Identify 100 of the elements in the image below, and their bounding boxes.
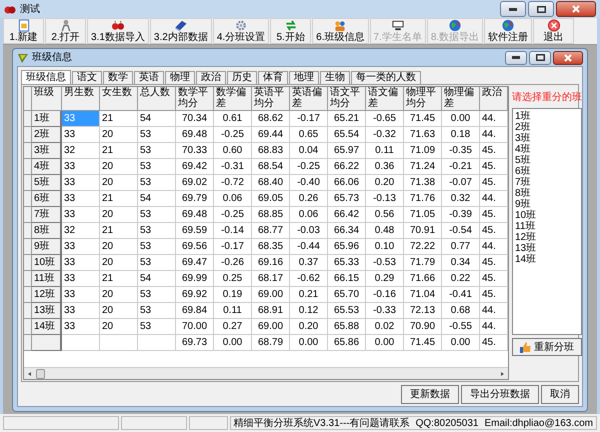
status-text: Email:dhpliao@163.com	[484, 416, 593, 430]
tab[interactable]: 英语	[134, 71, 164, 84]
action-button[interactable]: 更新数据	[401, 384, 459, 404]
action-button[interactable]: 导出分班数据	[461, 384, 539, 404]
class-list[interactable]: 1班 2班 3班 4班 5班 6班 7班 8班 9班 10班 11班 12班 13班 14班	[512, 108, 582, 335]
column-header: 英语偏差	[290, 87, 328, 111]
table-cell: 44.	[480, 239, 508, 255]
tab[interactable]: 体育	[258, 71, 288, 84]
table-cell: 68.91	[252, 303, 290, 319]
tab[interactable]: 每一类的人数	[351, 71, 421, 84]
tab[interactable]: 生物	[320, 71, 350, 84]
row-selector[interactable]	[24, 223, 32, 239]
maximize-button[interactable]	[529, 50, 551, 64]
row-selector[interactable]	[24, 175, 32, 191]
table-cell: 66.06	[328, 175, 366, 191]
table-cell: 0.48	[366, 223, 404, 239]
tab[interactable]: 数学	[103, 71, 133, 84]
tab[interactable]: 物理	[165, 71, 195, 84]
list-item[interactable]: 2班	[515, 122, 579, 133]
table-cell: 44.	[480, 111, 508, 127]
list-item[interactable]: 8班	[515, 188, 579, 199]
table-cell: -0.54	[442, 223, 480, 239]
action-button[interactable]: 取消	[541, 384, 579, 404]
minimize-button[interactable]	[500, 1, 526, 17]
table-cell: 0.21	[290, 287, 328, 303]
minimize-button[interactable]	[505, 50, 527, 64]
table-cell: 65.73	[328, 191, 366, 207]
list-item[interactable]: 4班	[515, 144, 579, 155]
row-selector[interactable]	[24, 207, 32, 223]
table-cell: 0.11	[366, 143, 404, 159]
table-cell: 65.21	[328, 111, 366, 127]
table-cell: 45.	[480, 255, 508, 271]
list-item[interactable]: 6班	[515, 166, 579, 177]
tab[interactable]: 语文	[72, 71, 102, 84]
table-cell: 70.33	[176, 143, 214, 159]
list-item[interactable]: 10班	[515, 210, 579, 221]
table-cell: 0.04	[290, 143, 328, 159]
row-selector[interactable]	[24, 335, 32, 351]
tab[interactable]: 地理	[289, 71, 319, 84]
table-cell: 71.45	[404, 111, 442, 127]
table-cell: 33	[62, 127, 100, 143]
table-cell: 45.	[480, 207, 508, 223]
toolbar-button[interactable]: 5.开始	[270, 18, 312, 44]
row-selector[interactable]	[24, 255, 32, 271]
table-cell: 68.77	[252, 223, 290, 239]
row-selector[interactable]	[24, 143, 32, 159]
toolbar-button[interactable]: 退出	[533, 18, 574, 44]
list-item[interactable]: 7班	[515, 177, 579, 188]
table-cell: -0.25	[290, 159, 328, 175]
list-item[interactable]: 1班	[515, 111, 579, 122]
table-cell: 71.05	[404, 207, 442, 223]
row-selector[interactable]	[24, 271, 32, 287]
toolbar-button[interactable]: 2.打开	[45, 18, 86, 44]
maximize-button[interactable]	[528, 1, 554, 17]
list-item[interactable]: 13班	[515, 243, 579, 254]
table-cell: 72.22	[404, 239, 442, 255]
list-item[interactable]: 9班	[515, 199, 579, 210]
table-cell: -0.32	[366, 127, 404, 143]
close-button[interactable]	[556, 1, 596, 17]
toolbar-button[interactable]: 4.分班设置	[212, 18, 270, 44]
table-cell: 53	[138, 127, 176, 143]
row-selector[interactable]	[24, 191, 32, 207]
table-cell: 21	[100, 271, 138, 287]
table-cell: 69.47	[176, 255, 214, 271]
table-cell: 53	[138, 303, 176, 319]
tab[interactable]: 班级信息	[21, 70, 71, 84]
scrollbar-thumb[interactable]	[36, 368, 45, 378]
row-selector[interactable]	[24, 127, 32, 143]
row-header: 4班	[32, 159, 62, 175]
row-selector[interactable]	[24, 159, 32, 175]
tab[interactable]: 历史	[227, 71, 257, 84]
table-cell: 20	[100, 255, 138, 271]
list-item[interactable]: 3班	[515, 133, 579, 144]
table-cell: 0.10	[366, 239, 404, 255]
list-item[interactable]: 12班	[515, 232, 579, 243]
list-item[interactable]: 5班	[515, 155, 579, 166]
toolbar-button[interactable]: 1.新建	[3, 18, 44, 44]
list-item[interactable]: 14班	[515, 254, 579, 265]
table-cell: -0.72	[214, 175, 252, 191]
row-selector[interactable]	[24, 303, 32, 319]
table-cell: 69.92	[176, 287, 214, 303]
row-selector[interactable]	[24, 287, 32, 303]
row-selector[interactable]	[24, 111, 32, 127]
row-selector[interactable]	[24, 239, 32, 255]
table-cell: 0.36	[366, 159, 404, 175]
table-cell: 69.48	[176, 127, 214, 143]
toolbar-button[interactable]: 3.2内部数据	[150, 18, 212, 44]
table-cell: 0.61	[214, 111, 252, 127]
row-selector[interactable]	[24, 319, 32, 335]
list-item[interactable]: 11班	[515, 221, 579, 232]
close-button[interactable]	[553, 50, 583, 64]
tab[interactable]: 政治	[196, 71, 226, 84]
regroup-button[interactable]: 重新分班	[512, 338, 582, 356]
table-cell: 0.34	[442, 255, 480, 271]
table-cell: 65.97	[328, 143, 366, 159]
horizontal-scrollbar[interactable]	[24, 367, 508, 379]
toolbar-button[interactable]: 软件注册	[484, 18, 532, 44]
toolbar-button[interactable]: 6.班级信息	[312, 18, 368, 44]
toolbar-button[interactable]: 3.1数据导入	[87, 18, 149, 44]
column-header: 英语平均分	[252, 87, 290, 111]
